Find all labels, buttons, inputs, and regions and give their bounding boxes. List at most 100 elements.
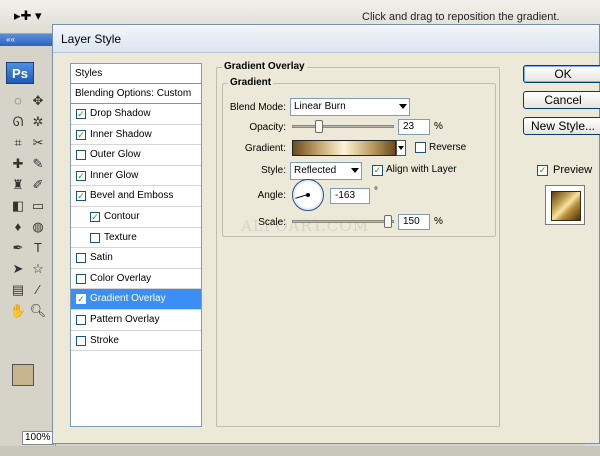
styles-list: Styles Blending Options: Custom ✓ Drop Sh… — [70, 63, 202, 427]
lasso-icon[interactable]: ᘏ — [8, 111, 28, 132]
preview-checkbox[interactable]: ✓ — [537, 165, 548, 176]
style-item-color-overlay[interactable]: Color Overlay — [71, 269, 201, 290]
style-item-checkbox[interactable] — [76, 253, 86, 264]
dodge-icon[interactable]: ◍ — [28, 216, 48, 237]
style-item-checkbox[interactable] — [76, 314, 86, 325]
type-icon[interactable]: T — [28, 237, 48, 258]
notes-icon[interactable]: ▤ — [8, 279, 28, 300]
dialog-title: Layer Style — [53, 25, 599, 53]
brush-icon[interactable]: ✎ — [28, 153, 48, 174]
hand-icon[interactable]: ✋ — [8, 300, 28, 321]
reverse-checkbox[interactable] — [415, 142, 426, 153]
blend-mode-select[interactable]: Linear Burn — [290, 98, 410, 116]
angle-center-dot — [306, 193, 310, 197]
eyedropper-icon[interactable]: ⁄ — [28, 279, 48, 300]
stamp-icon[interactable]: ♜ — [8, 174, 28, 195]
move-icon[interactable]: ✥ — [28, 90, 48, 111]
blend-mode-value: Linear Burn — [294, 101, 346, 112]
style-item-checkbox[interactable]: ✓ — [90, 211, 100, 222]
zoom-level[interactable]: 100% — [22, 431, 54, 445]
style-item-label: Bevel and Emboss — [90, 190, 174, 202]
scale-percent: % — [434, 216, 443, 227]
style-item-outer-glow[interactable]: Outer Glow — [71, 145, 201, 166]
eraser-icon[interactable]: ◧ — [8, 195, 28, 216]
opacity-percent: % — [434, 121, 443, 132]
gradient-picker-button[interactable] — [396, 140, 406, 156]
align-with-layer-label: Align with Layer — [386, 164, 457, 175]
scale-slider-thumb[interactable] — [384, 215, 392, 228]
toolbox-header: «« — [0, 34, 55, 46]
style-item-checkbox[interactable]: ✓ — [76, 191, 86, 202]
gradient-preview-bar[interactable] — [292, 140, 396, 156]
style-item-label: Drop Shadow — [90, 108, 151, 119]
style-item-checkbox[interactable]: ✓ — [76, 109, 86, 119]
align-with-layer-checkbox[interactable]: ✓ — [372, 165, 383, 176]
history-brush-icon[interactable]: ✐ — [28, 174, 48, 195]
ok-button[interactable]: OK — [523, 65, 600, 83]
styles-header[interactable]: Styles — [71, 64, 201, 84]
style-item-label: Texture — [104, 231, 137, 243]
style-item-label: Satin — [90, 252, 113, 264]
slice-icon[interactable]: ✂ — [28, 132, 48, 153]
angle-dial[interactable] — [292, 179, 324, 211]
status-hint: Click and drag to reposition the gradien… — [362, 11, 560, 23]
gradient-icon[interactable]: ▭ — [28, 195, 48, 216]
style-item-checkbox[interactable]: ✓ — [76, 294, 86, 305]
style-item-checkbox[interactable]: ✓ — [76, 129, 86, 140]
shape-icon[interactable]: ☆ — [28, 258, 48, 279]
layer-style-dialog: Layer Style Styles Blending Options: Cus… — [52, 24, 600, 444]
style-item-stroke[interactable]: Stroke — [71, 331, 201, 352]
opacity-label: Opacity: — [249, 122, 286, 133]
style-item-inner-shadow[interactable]: ✓ Inner Shadow — [71, 125, 201, 146]
style-item-checkbox[interactable] — [76, 273, 86, 284]
path-select-icon[interactable]: ➤ — [8, 258, 28, 279]
style-item-label: Pattern Overlay — [90, 313, 160, 325]
style-item-checkbox[interactable] — [90, 232, 100, 243]
style-item-label: Outer Glow — [90, 149, 141, 161]
style-item-checkbox[interactable]: ✓ — [76, 170, 86, 181]
zoom-icon[interactable]: 🔍︎ — [28, 300, 48, 321]
crop-icon[interactable]: ⌗ — [8, 132, 28, 153]
opacity-input[interactable]: 23 — [398, 119, 430, 135]
style-item-checkbox[interactable] — [76, 335, 86, 346]
marquee-icon[interactable]: ◌ — [8, 90, 28, 111]
preview-label: Preview — [553, 164, 593, 176]
style-item-label: Contour — [104, 210, 140, 222]
new-style-button[interactable]: New Style... — [523, 117, 600, 135]
style-item-label: Inner Glow — [90, 169, 139, 181]
style-item-pattern-overlay[interactable]: Pattern Overlay — [71, 310, 201, 331]
scale-label: Scale: — [258, 217, 286, 228]
style-item-satin[interactable]: Satin — [71, 248, 201, 269]
pen-icon[interactable]: ✒ — [8, 237, 28, 258]
blending-options[interactable]: Blending Options: Custom — [71, 84, 201, 104]
gradient-overlay-panel: Gradient Overlay Gradient Blend Mode: Li… — [214, 61, 506, 427]
group-title: Gradient Overlay — [222, 61, 307, 72]
scale-input[interactable]: 150 — [398, 214, 430, 230]
style-item-bevel-and-emboss[interactable]: ✓ Bevel and Emboss — [71, 186, 201, 207]
blur-icon[interactable]: ♦ — [8, 216, 28, 237]
style-item-gradient-overlay[interactable]: ✓ Gradient Overlay — [71, 289, 201, 310]
scale-slider-track[interactable] — [292, 220, 394, 223]
tool-grid: ◌ ✥ ᘏ ✲ ⌗ ✂ ✚ ✎ ♜ ✐ ◧ ▭ ♦ ◍ ✒ T ➤ ☆ ▤ ⁄ ✋ 🔍︎ — [8, 90, 52, 321]
style-item-label: Stroke — [90, 334, 119, 346]
style-item-contour[interactable]: ✓ Contour — [71, 207, 201, 228]
style-item-label: Color Overlay — [90, 272, 152, 284]
angle-input[interactable]: -163 — [330, 188, 370, 204]
style-item-texture[interactable]: Texture — [71, 228, 201, 249]
opacity-slider-track[interactable] — [292, 125, 394, 128]
healing-icon[interactable]: ✚ — [8, 153, 28, 174]
foreground-color-swatch[interactable] — [12, 364, 34, 386]
style-preview-thumbnail — [551, 191, 581, 221]
chevron-down-icon — [399, 104, 407, 109]
style-item-drop-shadow[interactable]: ✓ Drop Shadow — [71, 104, 201, 125]
magic-wand-icon[interactable]: ✲ — [28, 111, 48, 132]
cancel-button[interactable]: Cancel — [523, 91, 600, 109]
chevron-down-icon — [351, 168, 359, 173]
blend-mode-label: Blend Mode: — [229, 102, 286, 113]
status-strip — [0, 446, 600, 456]
opacity-slider-thumb[interactable] — [314, 120, 323, 133]
style-item-inner-glow[interactable]: ✓ Inner Glow — [71, 166, 201, 187]
style-item-checkbox[interactable] — [76, 150, 86, 161]
style-select[interactable]: Reflected — [290, 162, 362, 180]
gradient-tool-icon[interactable]: ▸✚ ▾ — [14, 8, 48, 26]
